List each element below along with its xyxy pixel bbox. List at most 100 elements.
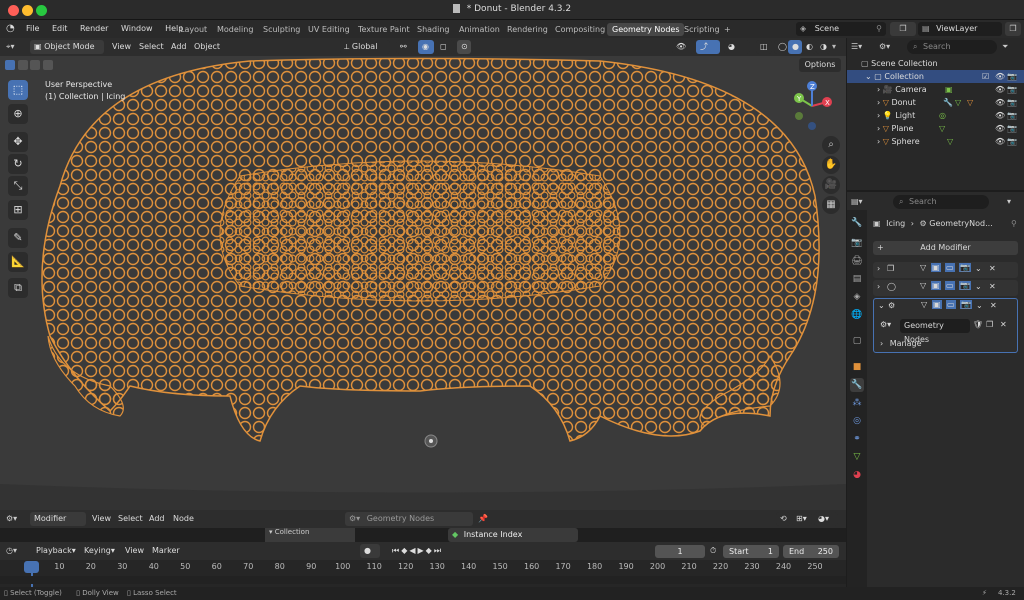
eye-icon[interactable]: 👁 <box>995 83 1005 96</box>
zoom-icon[interactable]: ⌕ <box>822 136 840 154</box>
scene-tab-icon[interactable]: ◈ <box>850 290 864 304</box>
material-tab-icon[interactable]: ◕ <box>850 468 864 482</box>
outliner-scene-collection[interactable]: ▢ Scene Collection <box>847 57 1024 70</box>
menu-object[interactable]: Object <box>194 40 220 54</box>
cage-toggle-icon[interactable]: ▣ <box>931 263 941 272</box>
outliner-item-plane[interactable]: › ▽ Plane ▽ 👁 📷 <box>847 122 1024 135</box>
eye-icon[interactable]: 👁 <box>995 135 1005 148</box>
render-toggle-icon[interactable]: 📷 <box>959 281 971 290</box>
auto-keying-icon[interactable]: ● <box>360 544 380 558</box>
timeline-editor-type-icon[interactable]: ◷▾ <box>6 544 17 558</box>
menu-window[interactable]: Window <box>121 24 153 33</box>
nodegroup-name-field[interactable]: Geometry Nodes <box>900 319 970 344</box>
show-gizmo-icon[interactable]: ⤴ <box>696 40 720 54</box>
rotate-tool-icon[interactable]: ↻ <box>8 154 28 174</box>
camera-render-icon[interactable]: 📷 <box>1007 135 1017 148</box>
node-menu-node[interactable]: Node <box>173 512 194 526</box>
keying-menu[interactable]: Keying▾ <box>80 544 118 558</box>
render-tab-icon[interactable]: 📷 <box>850 236 864 250</box>
pin-node-tree-icon[interactable]: 📌 <box>478 512 488 526</box>
material-preview-icon[interactable]: ◐ <box>802 40 816 54</box>
remove-modifier-icon[interactable]: ✕ <box>990 301 997 310</box>
properties-editor-type-icon[interactable]: ▤▾ <box>851 195 877 209</box>
viewport-toggle-icon[interactable]: ▭ <box>945 263 955 272</box>
node-menu-add[interactable]: Add <box>149 512 165 526</box>
transform-orientation-selector[interactable]: ⟂ Global <box>340 40 390 54</box>
camera-render-icon[interactable]: 📷 <box>1007 109 1017 122</box>
unlink-icon[interactable]: ✕ <box>1000 320 1007 329</box>
snap-target-icon[interactable]: ◻ <box>436 40 454 54</box>
pivot-point-icon[interactable]: ⚯ <box>396 40 414 54</box>
tab-layout[interactable]: Layout <box>175 23 212 36</box>
filter-icon[interactable]: ⏷ <box>1002 40 1020 54</box>
navigation-gizmo[interactable]: X Y Z <box>787 80 837 132</box>
remove-modifier-icon[interactable]: ✕ <box>989 282 996 291</box>
collection-tab-icon[interactable]: ▢ <box>850 334 864 348</box>
perspective-toggle-icon[interactable]: ▦ <box>822 196 840 214</box>
jump-end-icon[interactable]: ⏭ <box>434 546 443 555</box>
play-reverse-icon[interactable]: ◀ <box>409 546 417 555</box>
modifier-row-1[interactable]: › ❐ ▽ ▣ ▭ 📷 ⌄ ✕ <box>873 262 1018 278</box>
modifier-row-2[interactable]: › ◯ ▽ ▣ ▭ 📷 ⌄ ✕ <box>873 280 1018 296</box>
view-layer-tab-icon[interactable]: ▤ <box>850 272 864 286</box>
menu-add[interactable]: Add <box>171 40 187 54</box>
eye-icon[interactable]: 👁 <box>995 96 1005 109</box>
cage-toggle-icon[interactable]: ▣ <box>932 300 942 309</box>
scale-tool-icon[interactable]: ⤡ <box>8 176 28 196</box>
mode-selector[interactable]: ▣ Object Mode <box>30 40 104 54</box>
snap-toggle-icon[interactable]: ◉ <box>418 40 434 54</box>
instance-index-node[interactable]: ◆ Instance Index <box>448 528 578 542</box>
options-button[interactable]: Options <box>799 58 841 72</box>
tab-texture-paint[interactable]: Texture Paint <box>353 23 415 36</box>
editor-type-icon[interactable]: ⌖▾ <box>6 40 26 54</box>
render-toggle-icon[interactable]: 📷 <box>960 300 972 309</box>
next-keyframe-icon[interactable]: ◆ <box>426 546 434 555</box>
timeline-scrollbar[interactable] <box>0 576 846 584</box>
node-snap-options-icon[interactable]: ⊞▾ <box>792 512 812 526</box>
node-menu-view[interactable]: View <box>92 512 111 526</box>
menu-file[interactable]: File <box>26 24 39 33</box>
proportional-editing-icon[interactable]: ⊙ <box>457 40 471 54</box>
dropdown-icon[interactable]: ⌄ <box>976 301 983 310</box>
constraints-tab-icon[interactable]: ⚭ <box>850 432 864 446</box>
tab-modeling[interactable]: Modeling <box>212 23 258 36</box>
select-new-icon[interactable] <box>5 60 15 70</box>
checkbox-icon[interactable]: ☑ <box>982 70 989 83</box>
object-tab-icon[interactable]: ■ <box>850 360 864 374</box>
icing-object[interactable] <box>41 57 820 442</box>
edit-mode-toggle-icon[interactable]: ▽ <box>921 300 927 309</box>
world-tab-icon[interactable]: 🌐 <box>850 308 864 322</box>
tool-tab-icon[interactable]: 🔧 <box>850 216 864 230</box>
node-editor-type-icon[interactable]: ⚙▾ <box>6 512 17 526</box>
tab-shading[interactable]: Shading <box>412 23 455 36</box>
dropdown-icon[interactable]: ⌄ <box>975 264 982 273</box>
outliner-item-camera[interactable]: › 🎥 Camera ▣ 👁 📷 <box>847 83 1024 96</box>
properties-search-input[interactable]: ⌕ Search <box>893 195 989 209</box>
cursor-tool-icon[interactable]: ⊕ <box>8 104 28 124</box>
camera-render-icon[interactable]: 📷 <box>1007 122 1017 135</box>
add-cube-tool-icon[interactable]: ⧉ <box>8 278 28 298</box>
start-frame-field[interactable]: Start 1 <box>723 545 779 558</box>
collapse-icon[interactable]: ⌄ <box>878 301 885 310</box>
outliner-editor-type-icon[interactable]: ☰▾ <box>851 40 877 54</box>
outliner-item-collection[interactable]: ⌄ ▢ Collection ☑ 👁 📷 <box>847 70 1024 83</box>
expand-icon[interactable]: › <box>877 264 880 273</box>
current-frame-field[interactable]: 1 <box>655 545 705 558</box>
tab-sculpting[interactable]: Sculpting <box>258 23 305 36</box>
eye-icon[interactable]: 👁 <box>995 70 1005 83</box>
blender-logo-icon[interactable]: ◔ <box>6 23 20 35</box>
solid-shading-icon[interactable]: ● <box>788 40 802 54</box>
node-overlays-icon[interactable]: ◕▾ <box>814 512 838 526</box>
add-modifier-button[interactable]: + Add Modifier <box>873 241 1018 255</box>
xray-toggle-icon[interactable]: ◫ <box>756 40 772 54</box>
camera-render-icon[interactable]: 📷 <box>1007 96 1017 109</box>
move-tool-icon[interactable]: ✥ <box>8 132 28 152</box>
tab-geometry-nodes[interactable]: Geometry Nodes <box>607 23 685 36</box>
timeline-menu-marker[interactable]: Marker <box>152 544 180 558</box>
data-tab-icon[interactable]: ▽ <box>850 450 864 464</box>
viewport-toggle-icon[interactable]: ▭ <box>946 300 956 309</box>
eye-icon[interactable]: 👁 <box>995 109 1005 122</box>
expand-icon[interactable]: › <box>877 282 880 291</box>
rendered-shading-icon[interactable]: ◑ <box>816 40 830 54</box>
fake-user-shield-icon[interactable]: 🛡 <box>973 320 983 329</box>
